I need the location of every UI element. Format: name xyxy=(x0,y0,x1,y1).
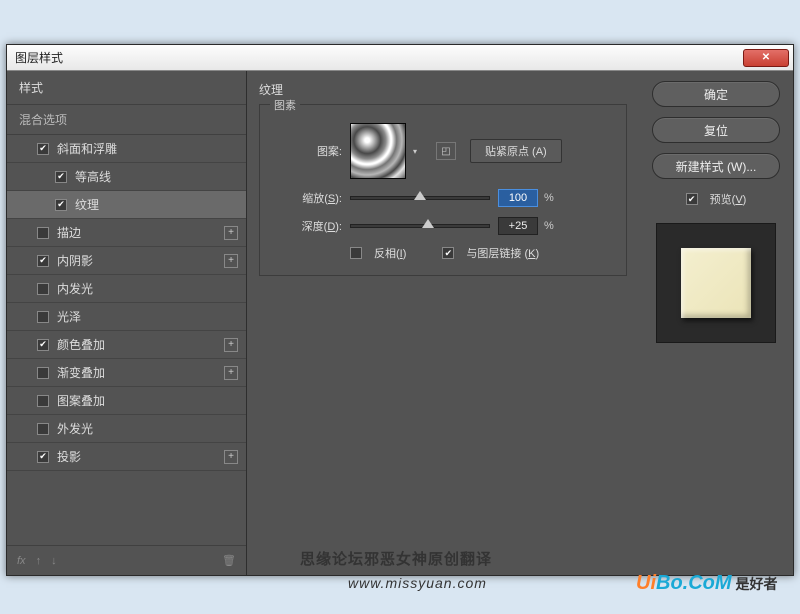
depth-unit: % xyxy=(544,220,554,232)
preview-checkbox[interactable] xyxy=(686,193,698,205)
sidebar-item-label: 等高线 xyxy=(75,168,111,185)
add-effect-icon[interactable]: + xyxy=(224,366,238,380)
right-column: 确定 复位 新建样式 (W)... 预览(V) xyxy=(639,71,793,575)
close-button[interactable]: ✕ xyxy=(743,49,789,67)
sidebar-item-7[interactable]: 颜色叠加 + xyxy=(7,331,246,359)
sidebar-item-label: 内阴影 xyxy=(57,252,93,269)
depth-slider[interactable] xyxy=(350,224,490,228)
pattern-dropdown-icon[interactable]: ▾ xyxy=(408,144,422,158)
add-effect-icon[interactable]: + xyxy=(224,226,238,240)
scale-unit: % xyxy=(544,192,554,204)
sidebar-checkbox[interactable] xyxy=(37,255,49,267)
pattern-swatch[interactable] xyxy=(350,123,406,179)
group-label: 图素 xyxy=(270,97,300,113)
sidebar-checkbox[interactable] xyxy=(37,395,49,407)
depth-input[interactable]: +25 xyxy=(498,217,538,235)
arrow-up-icon[interactable]: ↑ xyxy=(36,555,42,567)
depth-label: 深度(D): xyxy=(272,218,342,234)
sidebar-item-label: 图案叠加 xyxy=(57,392,105,409)
texture-group: 图素 图案: ▾ ◰ 贴紧原点 (A) 缩放(S): 100 % xyxy=(259,104,627,276)
trash-icon[interactable]: 🗑 xyxy=(222,554,236,567)
scale-label: 缩放(S): xyxy=(272,190,342,206)
dialog-body: 样式 混合选项 斜面和浮雕等高线纹理描边+内阴影+内发光光泽颜色叠加+渐变叠加+… xyxy=(7,71,793,575)
sidebar-checkbox[interactable] xyxy=(55,171,67,183)
sidebar-checkbox[interactable] xyxy=(55,199,67,211)
scale-row: 缩放(S): 100 % xyxy=(272,189,614,207)
fx-icon[interactable]: fx xyxy=(17,555,26,567)
layer-style-dialog: 图层样式 ✕ 样式 混合选项 斜面和浮雕等高线纹理描边+内阴影+内发光光泽颜色叠… xyxy=(6,44,794,576)
sidebar-item-6[interactable]: 光泽 xyxy=(7,303,246,331)
sidebar-item-9[interactable]: 图案叠加 xyxy=(7,387,246,415)
add-effect-icon[interactable]: + xyxy=(224,338,238,352)
sidebar-item-5[interactable]: 内发光 xyxy=(7,275,246,303)
sidebar-checkbox[interactable] xyxy=(37,423,49,435)
sidebar-item-label: 纹理 xyxy=(75,196,99,213)
sidebar-item-label: 描边 xyxy=(57,224,81,241)
pattern-row: 图案: ▾ ◰ 贴紧原点 (A) xyxy=(272,123,614,179)
sidebar-item-10[interactable]: 外发光 xyxy=(7,415,246,443)
add-effect-icon[interactable]: + xyxy=(224,254,238,268)
sidebar-item-11[interactable]: 投影 + xyxy=(7,443,246,471)
invert-label: 反相(I) xyxy=(374,245,406,261)
sidebar-item-label: 外发光 xyxy=(57,420,93,437)
sidebar-checkbox[interactable] xyxy=(37,311,49,323)
main-panel: 纹理 图素 图案: ▾ ◰ 贴紧原点 (A) 缩放(S): 100 % xyxy=(247,71,639,575)
depth-slider-thumb[interactable] xyxy=(422,219,434,228)
add-effect-icon[interactable]: + xyxy=(224,450,238,464)
link-layer-checkbox[interactable] xyxy=(442,247,454,259)
blending-options[interactable]: 混合选项 xyxy=(7,105,246,135)
window-title: 图层样式 xyxy=(15,49,63,66)
preview-inner xyxy=(681,248,751,318)
sidebar-item-2[interactable]: 纹理 xyxy=(7,191,246,219)
styles-sidebar: 样式 混合选项 斜面和浮雕等高线纹理描边 + 内阴影 + 内发光光泽颜色叠加 + 渐变叠加 +… xyxy=(7,71,247,575)
sidebar-item-1[interactable]: 等高线 xyxy=(7,163,246,191)
sidebar-checkbox[interactable] xyxy=(37,339,49,351)
snap-origin-button[interactable]: 贴紧原点 (A) xyxy=(470,139,562,163)
sidebar-footer: fx ↑ ↓ 🗑 xyxy=(7,545,246,575)
titlebar[interactable]: 图层样式 ✕ xyxy=(7,45,793,71)
sidebar-checkbox[interactable] xyxy=(37,367,49,379)
preview-toggle-row: 预览(V) xyxy=(686,191,747,207)
depth-row: 深度(D): +25 % xyxy=(272,217,614,235)
sidebar-checkbox[interactable] xyxy=(37,283,49,295)
create-pattern-icon[interactable]: ◰ xyxy=(436,142,456,160)
reset-button[interactable]: 复位 xyxy=(652,117,780,143)
watermark-text-2: www.missyuan.com xyxy=(348,575,487,591)
preview-box xyxy=(656,223,776,343)
panel-title: 纹理 xyxy=(259,81,627,98)
watermark-logo: UiBo.CoM是好者 xyxy=(636,572,778,595)
sidebar-item-label: 投影 xyxy=(57,448,81,465)
pattern-label: 图案: xyxy=(272,143,342,159)
arrow-down-icon[interactable]: ↓ xyxy=(51,555,57,567)
scale-slider[interactable] xyxy=(350,196,490,200)
sidebar-item-0[interactable]: 斜面和浮雕 xyxy=(7,135,246,163)
sidebar-item-8[interactable]: 渐变叠加 + xyxy=(7,359,246,387)
sidebar-item-label: 光泽 xyxy=(57,308,81,325)
sidebar-item-label: 颜色叠加 xyxy=(57,336,105,353)
watermark-text-1: 思缘论坛邪恶女神原创翻译 xyxy=(300,548,492,569)
close-icon: ✕ xyxy=(762,52,770,63)
invert-checkbox[interactable] xyxy=(350,247,362,259)
sidebar-item-label: 渐变叠加 xyxy=(57,364,105,381)
sidebar-item-label: 斜面和浮雕 xyxy=(57,140,117,157)
sidebar-checkbox[interactable] xyxy=(37,143,49,155)
link-layer-label: 与图层链接 (K) xyxy=(466,245,539,261)
sidebar-item-label: 内发光 xyxy=(57,280,93,297)
preview-label: 预览(V) xyxy=(710,191,747,207)
sidebar-checkbox[interactable] xyxy=(37,451,49,463)
new-style-button[interactable]: 新建样式 (W)... xyxy=(652,153,780,179)
ok-button[interactable]: 确定 xyxy=(652,81,780,107)
checkbox-row: 反相(I) 与图层链接 (K) xyxy=(350,245,614,261)
scale-slider-thumb[interactable] xyxy=(414,191,426,200)
scale-input[interactable]: 100 xyxy=(498,189,538,207)
sidebar-header: 样式 xyxy=(7,71,246,105)
sidebar-item-3[interactable]: 描边 + xyxy=(7,219,246,247)
sidebar-checkbox[interactable] xyxy=(37,227,49,239)
sidebar-item-4[interactable]: 内阴影 + xyxy=(7,247,246,275)
